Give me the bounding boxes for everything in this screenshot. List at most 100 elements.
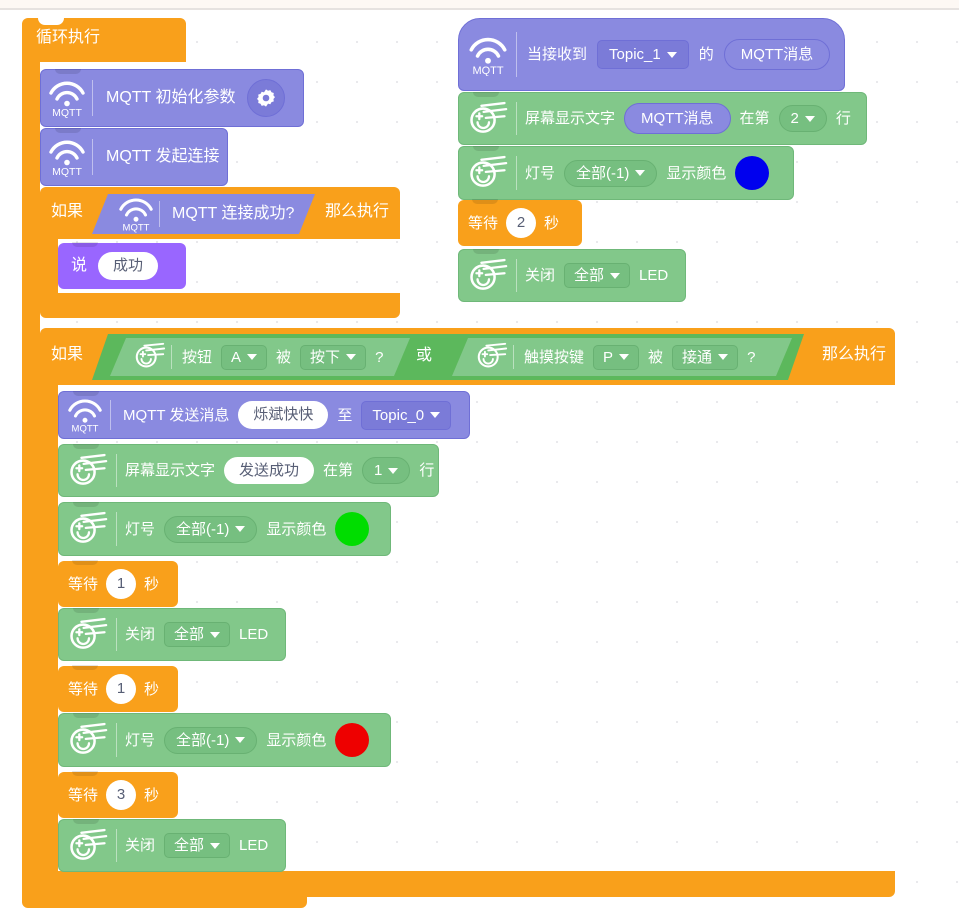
led-off-which-dropdown-2[interactable]: 全部 [164, 833, 231, 858]
chevron-down-icon [804, 115, 815, 122]
touch-p-state-dropdown[interactable]: 接通 [672, 345, 738, 370]
color-swatch-blue[interactable] [735, 156, 770, 190]
wait-block-2[interactable]: 等待 2 秒 [458, 199, 582, 246]
screen-text-line-dropdown-main[interactable]: 1 [362, 457, 411, 484]
say-block[interactable]: 说 成功 [58, 242, 186, 289]
led-off-which-value-2: 全部 [174, 837, 205, 854]
wait-block-1a[interactable]: 等待 1 秒 [58, 560, 178, 607]
led-color-which-value-red: 全部(-1) [176, 731, 230, 749]
mqtt-connect-block[interactable]: MQTT MQTT 发起连接 [40, 128, 228, 186]
wait-block-1b[interactable]: 等待 1 秒 [58, 665, 178, 712]
wait-suffix-1b: 秒 [144, 680, 160, 698]
blockly-workspace[interactable]: 循环执行 MQTT MQTT 初始化参数 MQTT MQTT 发起连接 如果 那… [0, 10, 959, 908]
led-color-which-value-green: 全部(-1) [176, 520, 230, 538]
color-swatch-red[interactable] [335, 723, 370, 757]
screen-text-suffix-hat: 行 [835, 110, 851, 127]
chevron-down-icon [718, 354, 728, 360]
led-color-which-dropdown-red[interactable]: 全部(-1) [164, 726, 258, 754]
wait-prefix-3: 等待 [68, 786, 99, 804]
led-off-block-2[interactable]: 关闭 全部 LED [58, 819, 286, 872]
mqtt-init-label: MQTT 初始化参数 [106, 89, 236, 106]
mqtt-init-block[interactable]: MQTT MQTT 初始化参数 [40, 69, 304, 127]
chevron-down-icon [210, 631, 221, 638]
led-color-prefix-red: 灯号 [125, 731, 156, 749]
mqtt-wifi-icon: MQTT [459, 19, 517, 90]
touch-p-boolean[interactable]: 触摸按键 P 被 接通 ? [452, 338, 792, 376]
led-color-block-red[interactable]: 灯号 全部(-1) 显示颜色 [58, 713, 391, 767]
led-off-block-hat[interactable]: 关闭 全部 LED [458, 249, 686, 302]
led-color-mid-red: 显示颜色 [266, 731, 327, 749]
forever-top-notch [38, 18, 64, 25]
mqtt-receive-mid: 的 [698, 46, 714, 63]
button-a-mid: 被 [276, 348, 292, 366]
screen-text-prefix-main: 屏幕显示文字 [125, 462, 216, 479]
if-button-if-label: 如果 [51, 346, 84, 363]
board-icon [459, 93, 517, 144]
button-a-boolean[interactable]: 按钮 A 被 按下 ? [110, 338, 410, 376]
screen-text-block-hat[interactable]: 屏幕显示文字 MQTT消息 在第 2 行 [458, 92, 867, 145]
mqtt-publish-block[interactable]: MQTT MQTT 发送消息 烁斌快快 至 Topic_0 [58, 391, 470, 439]
touch-p-state-value: 接通 [682, 348, 713, 366]
led-color-block-blue[interactable]: 灯号 全部(-1) 显示颜色 [458, 146, 794, 200]
wait-suffix-1a: 秒 [144, 575, 160, 593]
say-value-input[interactable]: 成功 [98, 252, 159, 280]
button-a-port-dropdown[interactable]: A [221, 345, 267, 370]
if-button-footer[interactable] [40, 871, 895, 897]
button-a-prefix: 按钮 [182, 348, 213, 366]
led-color-mid-green: 显示颜色 [266, 520, 327, 538]
led-off-which-value-hat: 全部 [574, 267, 605, 284]
chevron-down-icon [346, 354, 356, 360]
led-color-block-green[interactable]: 灯号 全部(-1) 显示颜色 [58, 502, 391, 556]
mqtt-publish-message-input[interactable]: 烁斌快快 [238, 401, 329, 429]
wait-value-input-1b[interactable]: 1 [106, 674, 137, 704]
chevron-down-icon [388, 467, 399, 474]
led-color-which-dropdown-blue[interactable]: 全部(-1) [564, 159, 658, 187]
led-off-suffix-2: LED [239, 837, 269, 854]
wait-block-3[interactable]: 等待 3 秒 [58, 771, 178, 818]
board-icon [59, 609, 117, 660]
wait-prefix-1a: 等待 [68, 575, 99, 593]
mqtt-message-reporter-hat[interactable]: MQTT消息 [723, 39, 831, 70]
led-off-suffix-hat: LED [639, 267, 669, 284]
mqtt-message-reporter-screen[interactable]: MQTT消息 [624, 103, 731, 134]
if-mqtt-connected-spine [40, 238, 58, 294]
if-mqtt-connected-footer[interactable] [40, 293, 400, 318]
mqtt-receive-topic-value: Topic_1 [609, 46, 661, 63]
window-top-strip [0, 0, 959, 8]
wait-prefix-1b: 等待 [68, 680, 99, 698]
board-icon [59, 714, 117, 766]
mqtt-publish-prefix: MQTT 发送消息 [123, 406, 230, 424]
chevron-down-icon [235, 737, 246, 743]
gear-icon[interactable] [247, 79, 286, 117]
led-off-which-dropdown-1[interactable]: 全部 [164, 622, 231, 647]
button-a-suffix: ? [375, 348, 384, 366]
led-color-prefix-blue: 灯号 [525, 164, 556, 182]
led-color-which-dropdown-green[interactable]: 全部(-1) [164, 515, 258, 543]
mqtt-receive-topic-dropdown[interactable]: Topic_1 [597, 40, 689, 69]
touch-p-port-dropdown[interactable]: P [593, 345, 639, 370]
say-label: 说 [71, 257, 88, 274]
if-mqtt-connected-if-label: 如果 [51, 203, 84, 220]
mqtt-publish-topic-dropdown[interactable]: Topic_0 [361, 400, 452, 430]
screen-text-line-value-hat: 2 [790, 110, 799, 127]
wait-value-input-3[interactable]: 3 [106, 780, 137, 810]
led-off-prefix-1: 关闭 [125, 626, 156, 643]
color-swatch-green[interactable] [335, 512, 370, 546]
chevron-down-icon [619, 354, 629, 360]
screen-text-line-dropdown-hat[interactable]: 2 [778, 105, 827, 132]
led-off-prefix-hat: 关闭 [525, 267, 556, 284]
screen-text-value-input-main[interactable]: 发送成功 [224, 456, 315, 485]
button-a-state-value: 按下 [310, 348, 341, 366]
wait-value-input-2[interactable]: 2 [506, 208, 537, 238]
button-a-state-dropdown[interactable]: 按下 [300, 345, 366, 370]
screen-text-line-value-main: 1 [374, 462, 383, 479]
svg-text:MQTT: MQTT [52, 107, 82, 118]
led-off-which-dropdown-hat[interactable]: 全部 [564, 263, 631, 288]
mqtt-receive-hat-block[interactable]: MQTT 当接收到 Topic_1 的 MQTT消息 [458, 18, 845, 91]
screen-text-block-main[interactable]: 屏幕显示文字 发送成功 在第 1 行 [58, 444, 439, 497]
wait-value-input-1a[interactable]: 1 [106, 569, 137, 599]
led-off-block-1[interactable]: 关闭 全部 LED [58, 608, 286, 661]
led-off-suffix-1: LED [239, 626, 269, 643]
touch-p-mid: 被 [648, 348, 664, 366]
mqtt-connected-boolean[interactable]: MQTT MQTT 连接成功? [92, 194, 315, 234]
